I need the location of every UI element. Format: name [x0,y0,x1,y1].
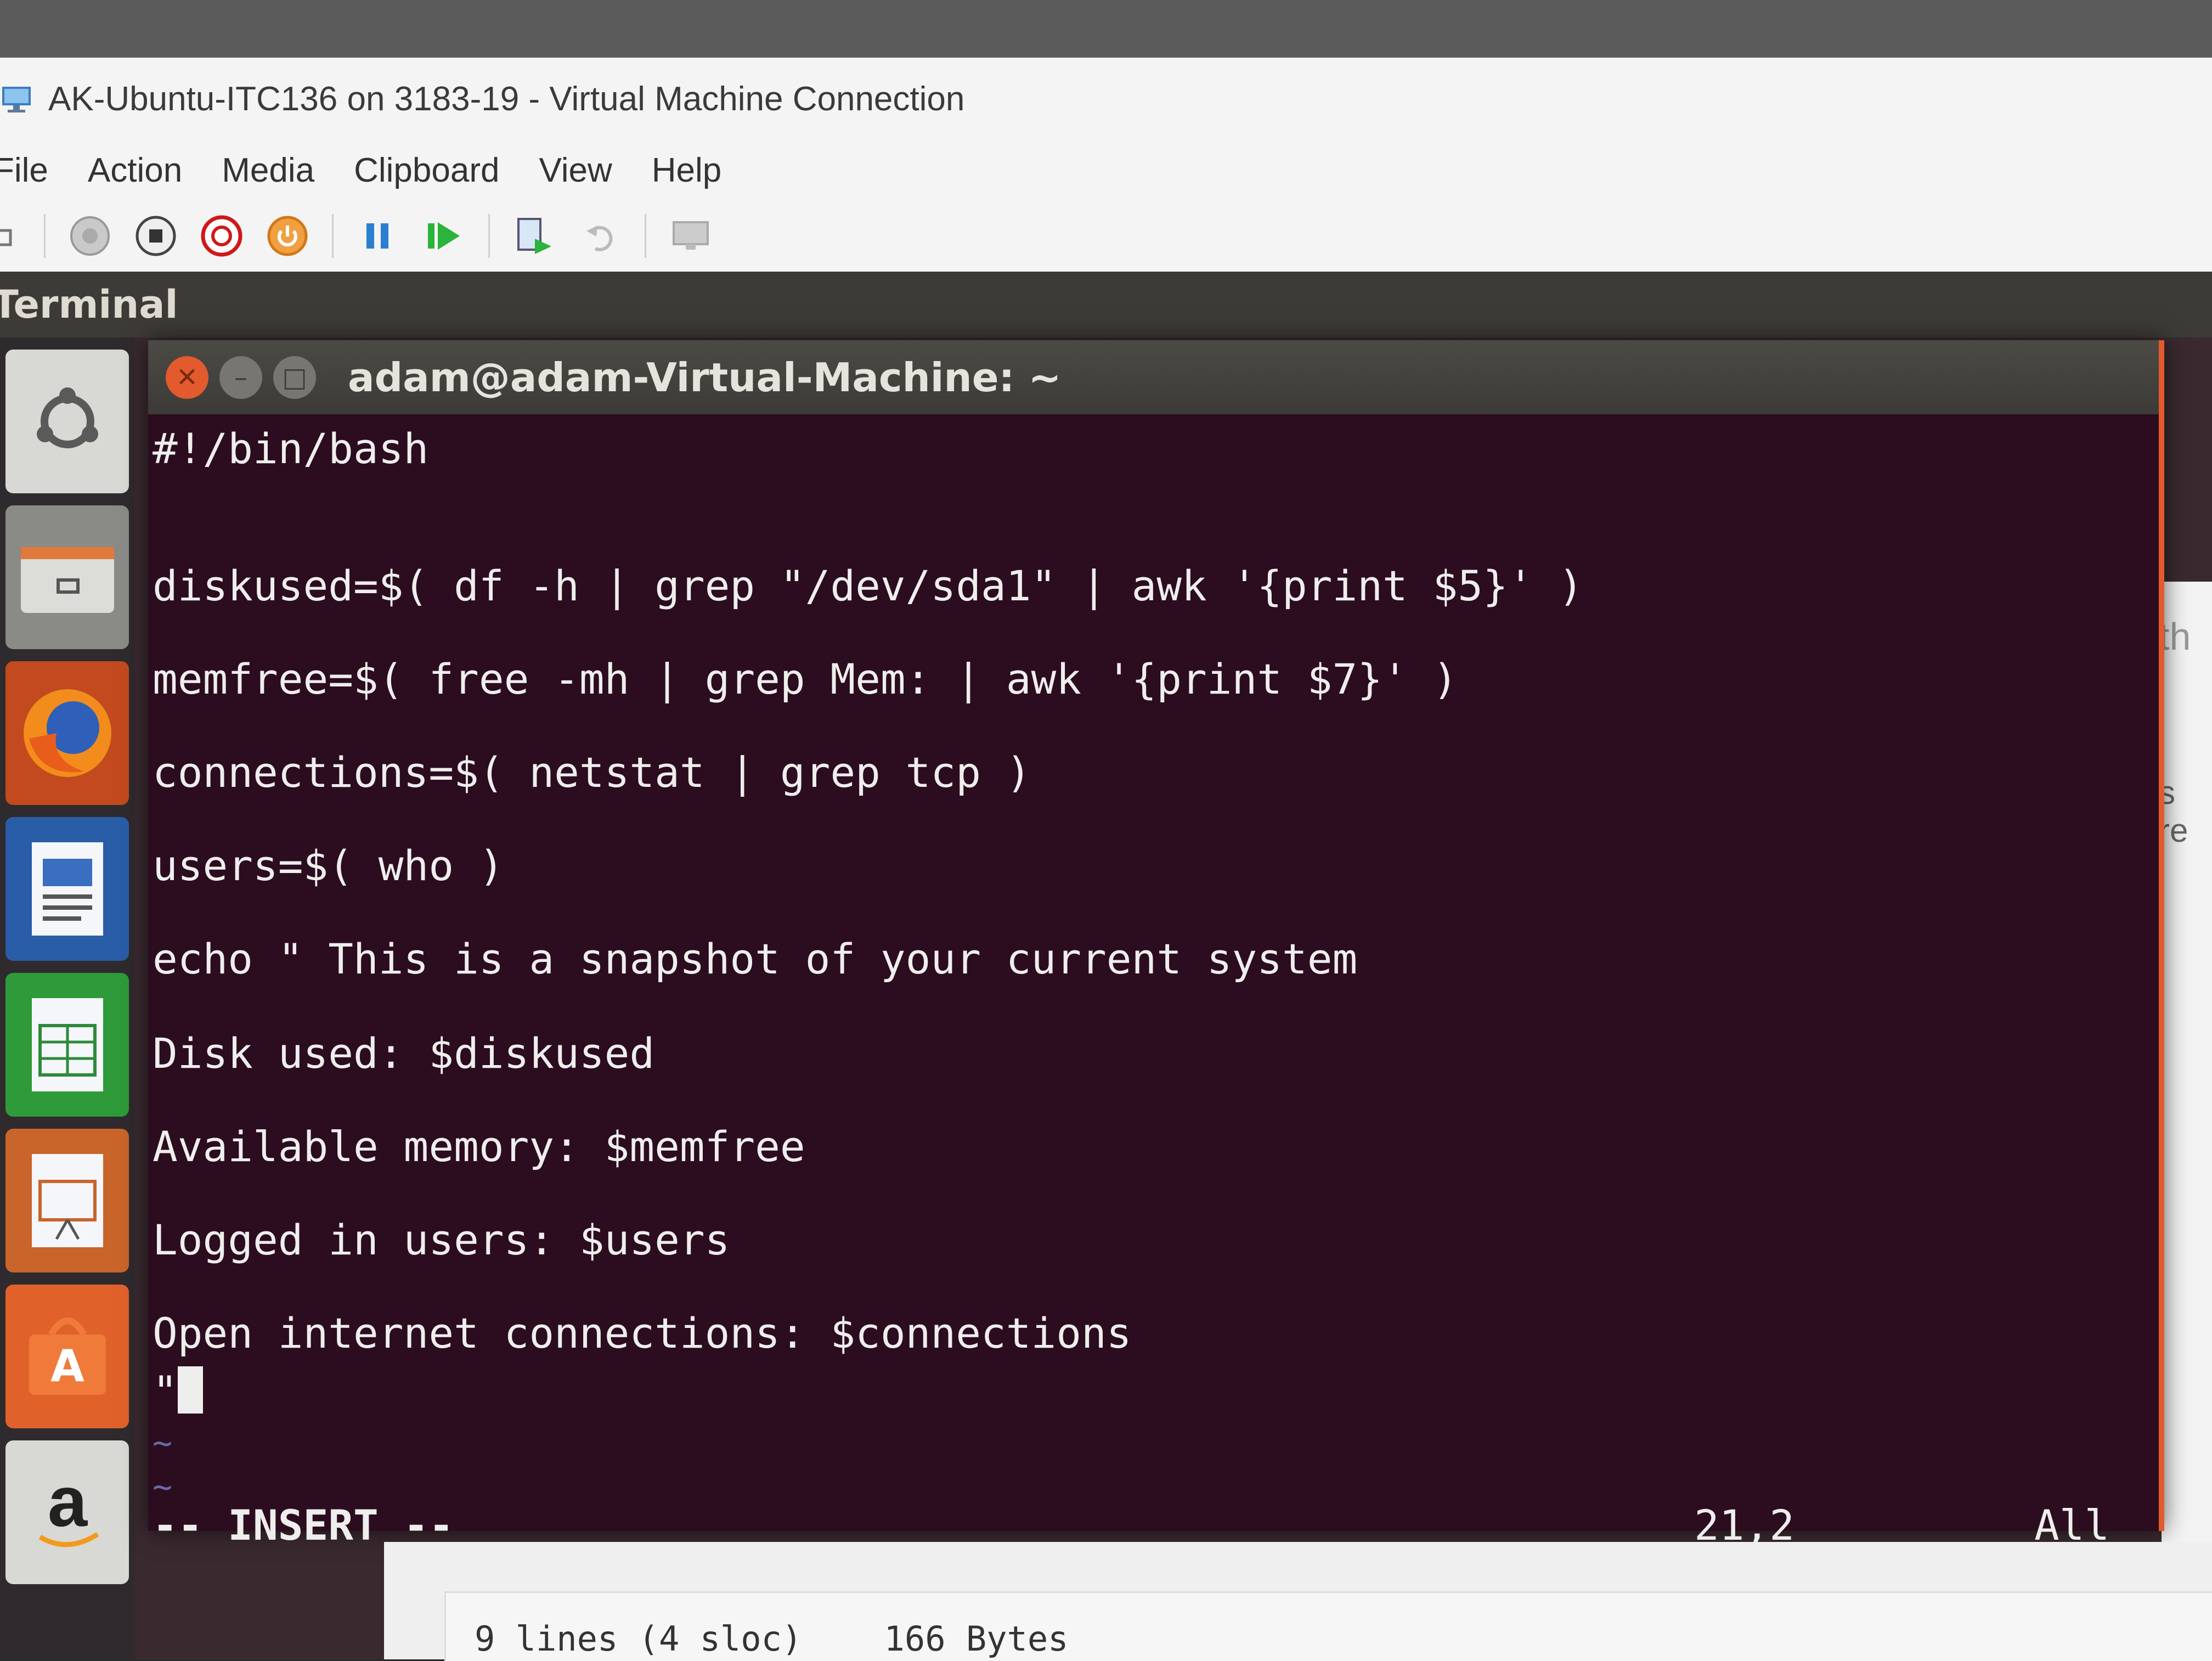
terminal-titlebar: ✕ – □ adam@adam-Virtual-Machine: ~ [148,340,2159,414]
save-state-icon[interactable] [266,215,309,257]
ubuntu-top-panel: Terminal [0,272,2212,337]
code-line-text: " [153,1367,178,1416]
toolbar-separator [645,214,646,258]
vm-menubar: File Action Media Clipboard View Help [0,140,2212,200]
software-center-icon[interactable]: A [5,1285,129,1428]
files-icon[interactable] [5,505,129,649]
empty-line-marker: ~ [153,1468,173,1506]
writer-icon[interactable] [5,817,129,961]
turn-off-icon[interactable] [134,215,177,257]
amazon-icon[interactable]: a [5,1440,129,1584]
toolbar-separator [44,214,46,258]
code-line-with-cursor: " [153,1366,203,1414]
code-line: diskused=$( df -h | grep "/dev/sda1" | a… [153,561,1584,610]
code-line: Disk used: $diskused [153,1029,655,1078]
enhanced-session-icon[interactable] [669,215,712,257]
unity-launcher: A a [0,337,134,1659]
background-browser-window [2162,582,2212,1659]
toolbar-separator [332,214,334,258]
toolbar-separator [488,214,490,258]
vm-window-title: AK-Ubuntu-ITC136 on 3183-19 - Virtual Ma… [48,80,965,118]
code-line: #!/bin/bash [153,424,429,473]
checkpoint-icon[interactable] [513,215,556,257]
file-info-text: 9 lines (4 sloc) 166 Bytes [475,1619,1069,1659]
impress-icon[interactable] [5,1129,129,1273]
calc-icon[interactable] [5,973,129,1117]
vim-editor[interactable]: #!/bin/bash diskused=$( df -h | grep "/d… [153,417,2159,1550]
vm-connection-icon [2,87,31,112]
menu-action[interactable]: Action [88,151,182,190]
terminal-title: adam@adam-Virtual-Machine: ~ [348,354,1062,401]
code-line: echo " This is a snapshot of your curren… [153,934,1358,983]
code-line: memfree=$( free -mh | grep Mem: | awk '{… [153,655,1458,703]
monitor-top-edge [0,0,2212,58]
reset-icon[interactable] [422,215,465,257]
code-line: Logged in users: $users [153,1215,730,1264]
code-line: users=$( who ) [153,841,504,890]
menu-help[interactable]: Help [652,151,722,190]
revert-icon[interactable] [579,215,622,257]
background-text-fragment: s re [2159,774,2188,849]
svg-text:a: a [47,1466,88,1541]
code-line: Open internet connections: $connections [153,1309,1132,1358]
close-icon[interactable]: ✕ [166,356,208,399]
active-app-title: Terminal [0,282,178,327]
start-icon[interactable] [69,215,111,257]
shutdown-icon[interactable] [200,215,243,257]
firefox-icon[interactable] [5,661,129,805]
vim-mode-indicator: -- INSERT -- [153,1501,454,1550]
terminal-window: ✕ – □ adam@adam-Virtual-Machine: ~ #!/bi… [148,340,2164,1550]
code-line: connections=$( netstat | grep tcp ) [153,748,1031,797]
ctrl-alt-del-icon[interactable] [0,215,21,257]
menu-media[interactable]: Media [222,151,314,190]
minimize-icon[interactable]: – [219,356,262,399]
code-line: Available memory: $memfree [153,1122,805,1171]
empty-line-marker: ~ [153,1424,173,1462]
vm-window-titlebar: AK-Ubuntu-ITC136 on 3183-19 - Virtual Ma… [0,58,2212,140]
pause-icon[interactable] [357,215,399,257]
svg-text:A: A [50,1341,84,1392]
menu-clipboard[interactable]: Clipboard [354,151,499,190]
vm-toolbar [0,200,2212,272]
text-cursor [177,1366,203,1414]
maximize-icon[interactable]: □ [273,356,316,399]
ubuntu-dash-icon[interactable] [5,350,129,493]
menu-view[interactable]: View [539,151,612,190]
menu-file[interactable]: File [0,151,48,190]
